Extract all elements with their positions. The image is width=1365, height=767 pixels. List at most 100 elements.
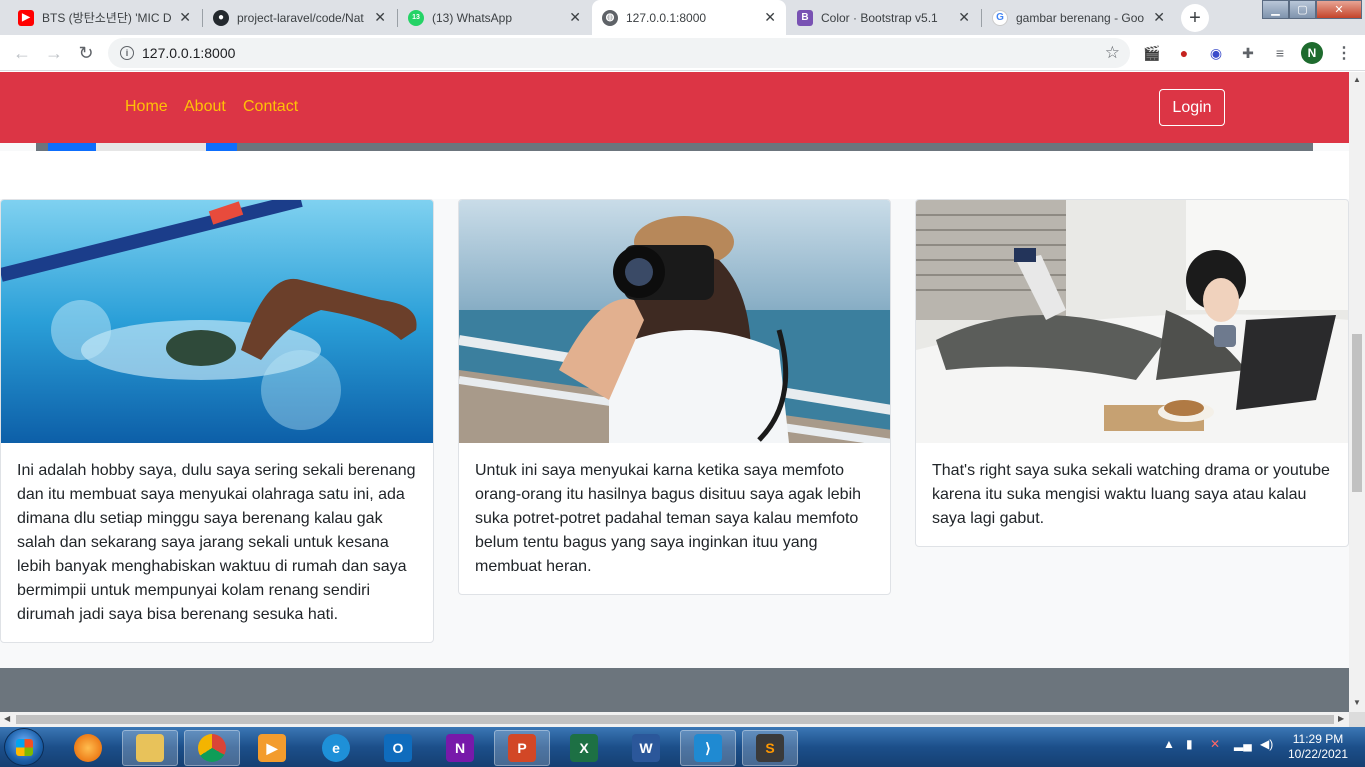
nav-home-link[interactable]: Home [125,98,168,116]
start-button[interactable] [4,728,44,766]
taskbar-onenote[interactable]: N [432,730,488,766]
horizontal-scroll-thumb[interactable] [16,715,1334,724]
browser-toolbar: ← → ↻ i 127.0.0.1:8000 ☆ 🎬 ● ◉ ✚ ≡ N ⋮ [0,35,1365,71]
windows-logo-icon [16,739,33,756]
vscode-icon: ⟩ [694,734,722,762]
close-icon[interactable]: ✕ [958,9,970,26]
taskbar-chrome[interactable] [184,730,240,766]
window-close-button[interactable]: ✕ [1316,0,1362,19]
scroll-left-arrow-icon[interactable]: ◀ [4,714,10,723]
close-icon[interactable]: ✕ [1153,9,1165,26]
media-queue-icon[interactable]: ≡ [1270,43,1290,63]
tab-bootstrap[interactable]: B Color · Bootstrap v5.1 ✕ [787,0,980,35]
card-text: Ini adalah hobby saya, dulu saya sering … [17,462,416,623]
address-bar[interactable]: i 127.0.0.1:8000 ☆ [108,38,1130,68]
hobby-card-watching: That's right saya suka sekali watching d… [915,199,1349,547]
tab-whatsapp[interactable]: 13 (13) WhatsApp ✕ [398,0,591,35]
vertical-scroll-thumb[interactable] [1352,334,1362,492]
clock-date: 10/22/2021 [1287,747,1349,761]
close-icon[interactable]: ✕ [374,9,386,26]
taskbar-outlook[interactable]: O [370,730,426,766]
battery-icon[interactable]: ▮ [1186,737,1193,751]
profile-avatar[interactable]: N [1301,42,1323,64]
reload-icon[interactable]: ↻ [74,41,98,65]
taskbar-excel[interactable]: X [556,730,612,766]
tab-title: BTS (방탄소년단) 'MIC D [42,11,172,25]
close-icon[interactable]: ✕ [179,9,191,26]
minimize-button[interactable]: ▁ [1262,0,1289,19]
signal-icon[interactable]: ▂▄ [1234,737,1252,751]
page-viewport: Home About Contact Login Ini adalah hobb… [0,72,1349,712]
firefox-icon [74,734,102,762]
new-tab-button[interactable]: + [1181,4,1209,32]
woman-laptop-image [916,200,1348,443]
globe-icon: ◍ [602,9,618,26]
tab-title: gambar berenang - Goo [1016,10,1145,25]
site-navbar: Home About Contact Login [0,72,1349,143]
section-spacer [0,151,1349,199]
network-error-icon[interactable]: ✕ [1210,737,1220,751]
site-footer [0,668,1349,712]
taskbar-powerpoint[interactable]: P [494,730,550,766]
maximize-button[interactable]: ▢ [1289,0,1316,19]
close-icon[interactable]: ✕ [764,9,776,26]
volume-icon[interactable]: ◀) [1260,737,1273,751]
nav-contact-link[interactable]: Contact [243,98,298,116]
tab-youtube[interactable]: ▶ BTS (방탄소년단) 'MIC D ✕ [8,0,201,35]
taskbar-file-explorer[interactable] [122,730,178,766]
clock-time: 11:29 PM [1292,732,1344,746]
show-hidden-icons-icon[interactable]: ▲ [1163,737,1175,751]
scrollbar-corner [1349,712,1365,727]
puzzle-icon[interactable]: ✚ [1238,43,1258,63]
hobby-card-swimming: Ini adalah hobby saya, dulu saya sering … [0,199,434,643]
tab-title: Color · Bootstrap v5.1 [821,10,938,25]
taskbar-sublime[interactable]: S [742,730,798,766]
bootstrap-icon: B [797,9,813,26]
info-icon[interactable]: i [120,46,134,60]
taskbar-vscode[interactable]: ⟩ [680,730,736,766]
tab-title: 127.0.0.1:8000 [626,10,707,25]
tab-google[interactable]: G gambar berenang - Goo ✕ [982,0,1175,35]
folder-icon [136,734,164,762]
tab-title: (13) WhatsApp [432,10,513,25]
hobby-card-photography: Untuk ini saya menyukai karna ketika say… [458,199,891,595]
taskbar-word[interactable]: W [618,730,674,766]
shield-extension-icon[interactable]: ◉ [1206,43,1226,63]
taskbar-clock[interactable]: 11:29 PM 10/22/2021 [1282,732,1354,762]
windows-taskbar: ▶ e O N P X W ⟩ S ▲ ▮ ✕ ▂▄ ◀) 11:29 PM 1… [0,727,1365,767]
tab-github[interactable]: ● project-laravel/code/Nat ✕ [203,0,396,35]
extension-icon[interactable]: ● [1174,43,1194,63]
chrome-icon [198,734,226,762]
bookmark-star-icon[interactable]: ☆ [1105,43,1120,63]
close-icon[interactable]: ✕ [569,9,581,26]
excel-icon: X [570,734,598,762]
onenote-icon: N [446,734,474,762]
clapperboard-icon[interactable]: 🎬 [1142,43,1162,63]
card-text: That's right saya suka sekali watching d… [932,462,1330,527]
scroll-up-arrow-icon[interactable]: ▲ [1353,75,1361,84]
browser-tab-strip: ▶ BTS (방탄소년단) 'MIC D ✕ ● project-laravel… [0,0,1365,35]
ie-icon: e [322,734,350,762]
forward-icon[interactable]: → [42,41,66,65]
powerpoint-icon: P [508,734,536,762]
taskbar-firefox[interactable] [60,730,116,766]
vertical-scrollbar[interactable]: ▲ ▼ [1349,72,1365,712]
back-icon[interactable]: ← [10,41,34,65]
horizontal-scrollbar[interactable]: ◀ ▶ [0,712,1349,727]
banner-bottom-edge [36,143,1313,151]
nav-about-link[interactable]: About [184,98,226,116]
scroll-right-arrow-icon[interactable]: ▶ [1338,714,1344,723]
login-button[interactable]: Login [1159,89,1225,126]
taskbar-internet-explorer[interactable]: e [308,730,364,766]
youtube-icon: ▶ [18,9,34,26]
scroll-down-arrow-icon[interactable]: ▼ [1353,698,1361,707]
menu-kebab-icon[interactable]: ⋮ [1336,43,1352,63]
taskbar-media-player[interactable]: ▶ [244,730,300,766]
banner-photo-edge [96,143,206,151]
tab-localhost[interactable]: ◍ 127.0.0.1:8000 ✕ [592,0,786,35]
outlook-icon: O [384,734,412,762]
word-icon: W [632,734,660,762]
card-text: Untuk ini saya menyukai karna ketika say… [475,462,862,575]
whatsapp-icon: 13 [408,9,424,26]
photographer-image [459,200,890,443]
